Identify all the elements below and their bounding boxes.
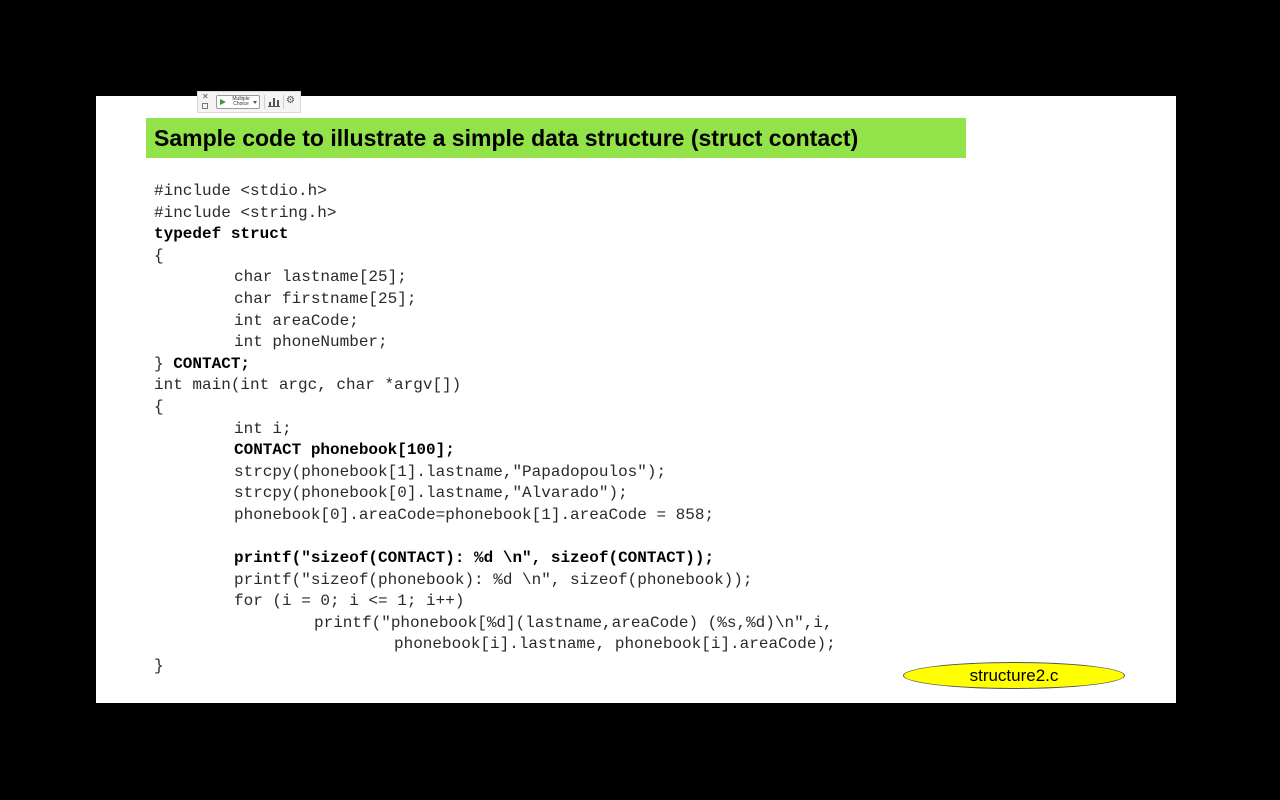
code-line-text: strcpy(phonebook[1].lastname,"Papadopoul… <box>234 462 667 481</box>
code-line: int areaCode; <box>154 311 836 333</box>
code-line: phonebook[i].lastname, phonebook[i].area… <box>154 634 836 656</box>
code-line: } <box>154 656 836 678</box>
code-line-text: typedef struct <box>154 225 289 244</box>
code-line-text: int phoneNumber; <box>234 333 388 352</box>
toolbar-divider <box>283 95 284 109</box>
code-line: { <box>154 246 836 268</box>
code-line: typedef struct <box>154 224 836 246</box>
play-icon <box>220 99 226 105</box>
poll-toolbar: ✕ Multiple Choice ⚙ <box>197 91 301 113</box>
code-line-text: phonebook[i].lastname, phonebook[i].area… <box>394 635 836 654</box>
pin-icon[interactable] <box>202 103 208 109</box>
code-line-text: int areaCode; <box>234 311 359 330</box>
slide-title: Sample code to illustrate a simple data … <box>146 118 966 158</box>
code-line: int i; <box>154 419 836 441</box>
code-line-text: int main(int argc, char *argv[]) <box>154 376 462 395</box>
code-line-text: { <box>154 246 164 265</box>
code-line-text: phonebook[0].areaCode=phonebook[1].areaC… <box>234 505 715 524</box>
chevron-down-icon[interactable] <box>253 101 257 104</box>
poll-type-label: Multiple Choice <box>232 96 250 107</box>
code-line-text: char lastname[25]; <box>234 268 407 287</box>
code-line: printf("phonebook[%d](lastname,areaCode)… <box>154 613 836 635</box>
start-poll-button[interactable]: Multiple Choice <box>216 95 260 109</box>
code-line: CONTACT phonebook[100]; <box>154 440 836 462</box>
code-line: printf("sizeof(phonebook): %d \n", sizeo… <box>154 570 836 592</box>
code-line: char firstname[25]; <box>154 289 836 311</box>
code-line-text: for (i = 0; i <= 1; i++) <box>234 592 465 611</box>
code-line: } CONTACT; <box>154 354 836 376</box>
code-line-text: char firstname[25]; <box>234 289 417 308</box>
code-line-text: CONTACT phonebook[100]; <box>234 441 455 460</box>
code-line-text: int i; <box>234 419 292 438</box>
slide: Sample code to illustrate a simple data … <box>96 96 1176 703</box>
gear-icon[interactable]: ⚙ <box>286 94 295 108</box>
code-line: strcpy(phonebook[1].lastname,"Papadopoul… <box>154 462 836 484</box>
code-line-text: printf("sizeof(phonebook): %d \n", sizeo… <box>234 570 753 589</box>
code-line-text: strcpy(phonebook[0].lastname,"Alvarado")… <box>234 484 628 503</box>
code-line-text: { <box>154 397 164 416</box>
filename-badge: structure2.c <box>903 662 1125 689</box>
code-line: strcpy(phonebook[0].lastname,"Alvarado")… <box>154 483 836 505</box>
code-line: { <box>154 397 836 419</box>
code-line-text: } <box>154 657 164 676</box>
code-line: char lastname[25]; <box>154 267 836 289</box>
code-line-text: #include <stdio.h> <box>154 182 327 200</box>
toolbar-divider <box>264 95 265 109</box>
code-line-text: } <box>154 354 174 373</box>
close-icon[interactable]: ✕ <box>202 93 209 101</box>
code-line: printf("sizeof(CONTACT): %d \n", sizeof(… <box>154 548 836 570</box>
code-line-text: printf("phonebook[%d](lastname,areaCode)… <box>314 613 833 632</box>
code-line: phonebook[0].areaCode=phonebook[1].areaC… <box>154 505 836 527</box>
code-line: #include <string.h> <box>154 203 836 225</box>
code-line-text-bold: CONTACT; <box>173 354 251 373</box>
code-line-text: #include <string.h> <box>154 203 337 222</box>
bar-chart-icon[interactable] <box>268 97 280 107</box>
code-line: for (i = 0; i <= 1; i++) <box>154 591 836 613</box>
code-line: int main(int argc, char *argv[]) <box>154 375 836 397</box>
code-line-text: printf("sizeof(CONTACT): %d \n", sizeof(… <box>234 549 715 568</box>
code-block: #include <stdio.h> #include <string.h> typ… <box>154 181 836 678</box>
code-line: #include <stdio.h> <box>154 181 836 203</box>
code-line: int phoneNumber; <box>154 332 836 354</box>
